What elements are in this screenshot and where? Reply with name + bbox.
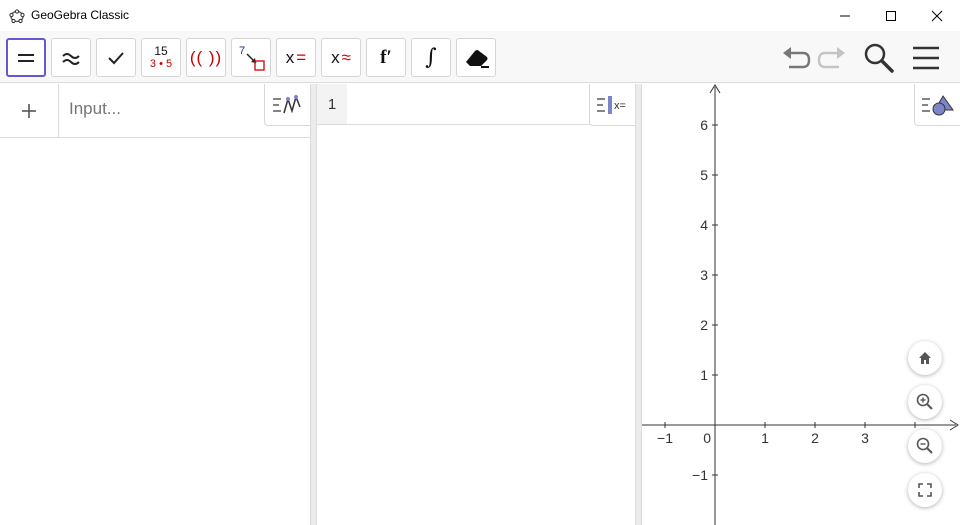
- cas-style-bar-icon: x=: [596, 95, 626, 114]
- title-bar: GeoGebra Classic: [0, 0, 960, 31]
- standard-view-button[interactable]: [908, 341, 942, 375]
- evaluate-tool-button[interactable]: [6, 38, 46, 77]
- undo-button[interactable]: [779, 41, 813, 75]
- expand-tool-button[interactable]: (( )): [186, 38, 226, 77]
- substitute-icon: 7: [239, 45, 265, 71]
- minimize-button[interactable]: [822, 0, 868, 31]
- window-title: GeoGebra Classic: [31, 8, 130, 22]
- derivative-icon: f′: [380, 46, 392, 68]
- cas-row[interactable]: 1: [317, 84, 635, 125]
- graphics-style-bar-icon: [921, 94, 954, 115]
- maximize-icon: [886, 10, 896, 21]
- close-icon: [931, 10, 943, 21]
- x-tick-label: 2: [811, 430, 819, 446]
- home-icon: [919, 352, 931, 364]
- search-icon: [864, 43, 894, 73]
- x-tick-label: 1: [761, 430, 769, 446]
- algebra-style-bar-toggle[interactable]: [264, 84, 310, 126]
- menu-icon: [913, 46, 939, 70]
- zoom-out-button[interactable]: [908, 429, 942, 463]
- graphics-view[interactable]: −1 0 1 2 3 6 5 4 3 2 1 −1: [642, 84, 960, 525]
- zoom-out-icon: [916, 437, 933, 454]
- redo-icon: [817, 47, 845, 69]
- y-tick-label: 2: [700, 317, 708, 333]
- approx-icon: [62, 52, 80, 65]
- coordinate-axes: −1 0 1 2 3 6 5 4 3 2 1 −1: [642, 84, 959, 525]
- cas-view: 1 x=: [317, 84, 635, 525]
- zoom-in-button[interactable]: [908, 385, 942, 419]
- cas-toolbar: 15 3 • 5 (( )) 7 x = x ≈ f′ ∫: [0, 31, 960, 83]
- zoom-in-icon: [916, 393, 933, 410]
- parentheses-icon: (( )): [189, 47, 223, 67]
- minimize-icon: [840, 15, 850, 16]
- numeric-tool-button[interactable]: [51, 38, 91, 77]
- fullscreen-icon: [918, 483, 932, 497]
- factor-top-label: 15: [154, 44, 168, 58]
- equals-icon: [18, 53, 34, 62]
- y-tick-label: 5: [700, 167, 708, 183]
- derivative-tool-button[interactable]: f′: [366, 38, 406, 77]
- algebra-input-field[interactable]: [69, 99, 249, 119]
- view-divider-right[interactable]: [635, 84, 642, 525]
- cas-style-bar-toggle[interactable]: x=: [589, 84, 635, 126]
- y-tick-label: −1: [692, 467, 708, 483]
- integral-tool-button[interactable]: ∫: [411, 38, 451, 77]
- cas-row-number: 1: [317, 84, 347, 124]
- x-tick-label: 0: [703, 430, 711, 446]
- x-tick-label: 3: [861, 430, 869, 446]
- y-tick-label: 1: [700, 367, 708, 383]
- plus-icon: [22, 103, 36, 118]
- close-button[interactable]: [914, 0, 960, 31]
- eraser-icon: [466, 49, 489, 68]
- x-tick-label: −1: [657, 430, 673, 446]
- y-tick-label: 6: [700, 117, 708, 133]
- redo-button[interactable]: [815, 41, 849, 75]
- substitute-label: 7: [239, 45, 245, 57]
- solve-tool-button[interactable]: x =: [276, 38, 316, 77]
- add-item-button[interactable]: [0, 84, 59, 137]
- view-divider-left[interactable]: [310, 84, 317, 525]
- factor-tool-button[interactable]: 15 3 • 5: [141, 38, 181, 77]
- integral-icon: ∫: [425, 45, 437, 70]
- fullscreen-button[interactable]: [908, 473, 942, 507]
- solve-equals-label: =: [296, 47, 307, 67]
- geogebra-logo-icon: [9, 9, 25, 24]
- y-tick-label: 4: [700, 217, 708, 233]
- delete-tool-button[interactable]: [456, 38, 496, 77]
- solve-numerically-tool-button[interactable]: x ≈: [321, 38, 361, 77]
- search-button[interactable]: [862, 41, 896, 75]
- checkmark-icon: [108, 51, 124, 64]
- algebra-view: [0, 84, 310, 525]
- undo-icon: [783, 47, 811, 69]
- factor-bottom-label: 3 • 5: [149, 58, 173, 70]
- main-menu-button[interactable]: [909, 41, 943, 75]
- solve-num-approx-label: ≈: [341, 47, 351, 67]
- algebra-style-bar-icon: [272, 94, 301, 114]
- substitute-tool-button[interactable]: 7: [231, 38, 271, 77]
- solve-x-label: x: [285, 47, 295, 67]
- y-tick-label: 3: [700, 267, 708, 283]
- solve-num-x-label: x: [331, 47, 340, 67]
- graphics-style-bar-toggle[interactable]: [914, 84, 960, 126]
- keep-input-tool-button[interactable]: [96, 38, 136, 77]
- svg-text:x=: x=: [614, 100, 626, 112]
- maximize-button[interactable]: [868, 0, 914, 31]
